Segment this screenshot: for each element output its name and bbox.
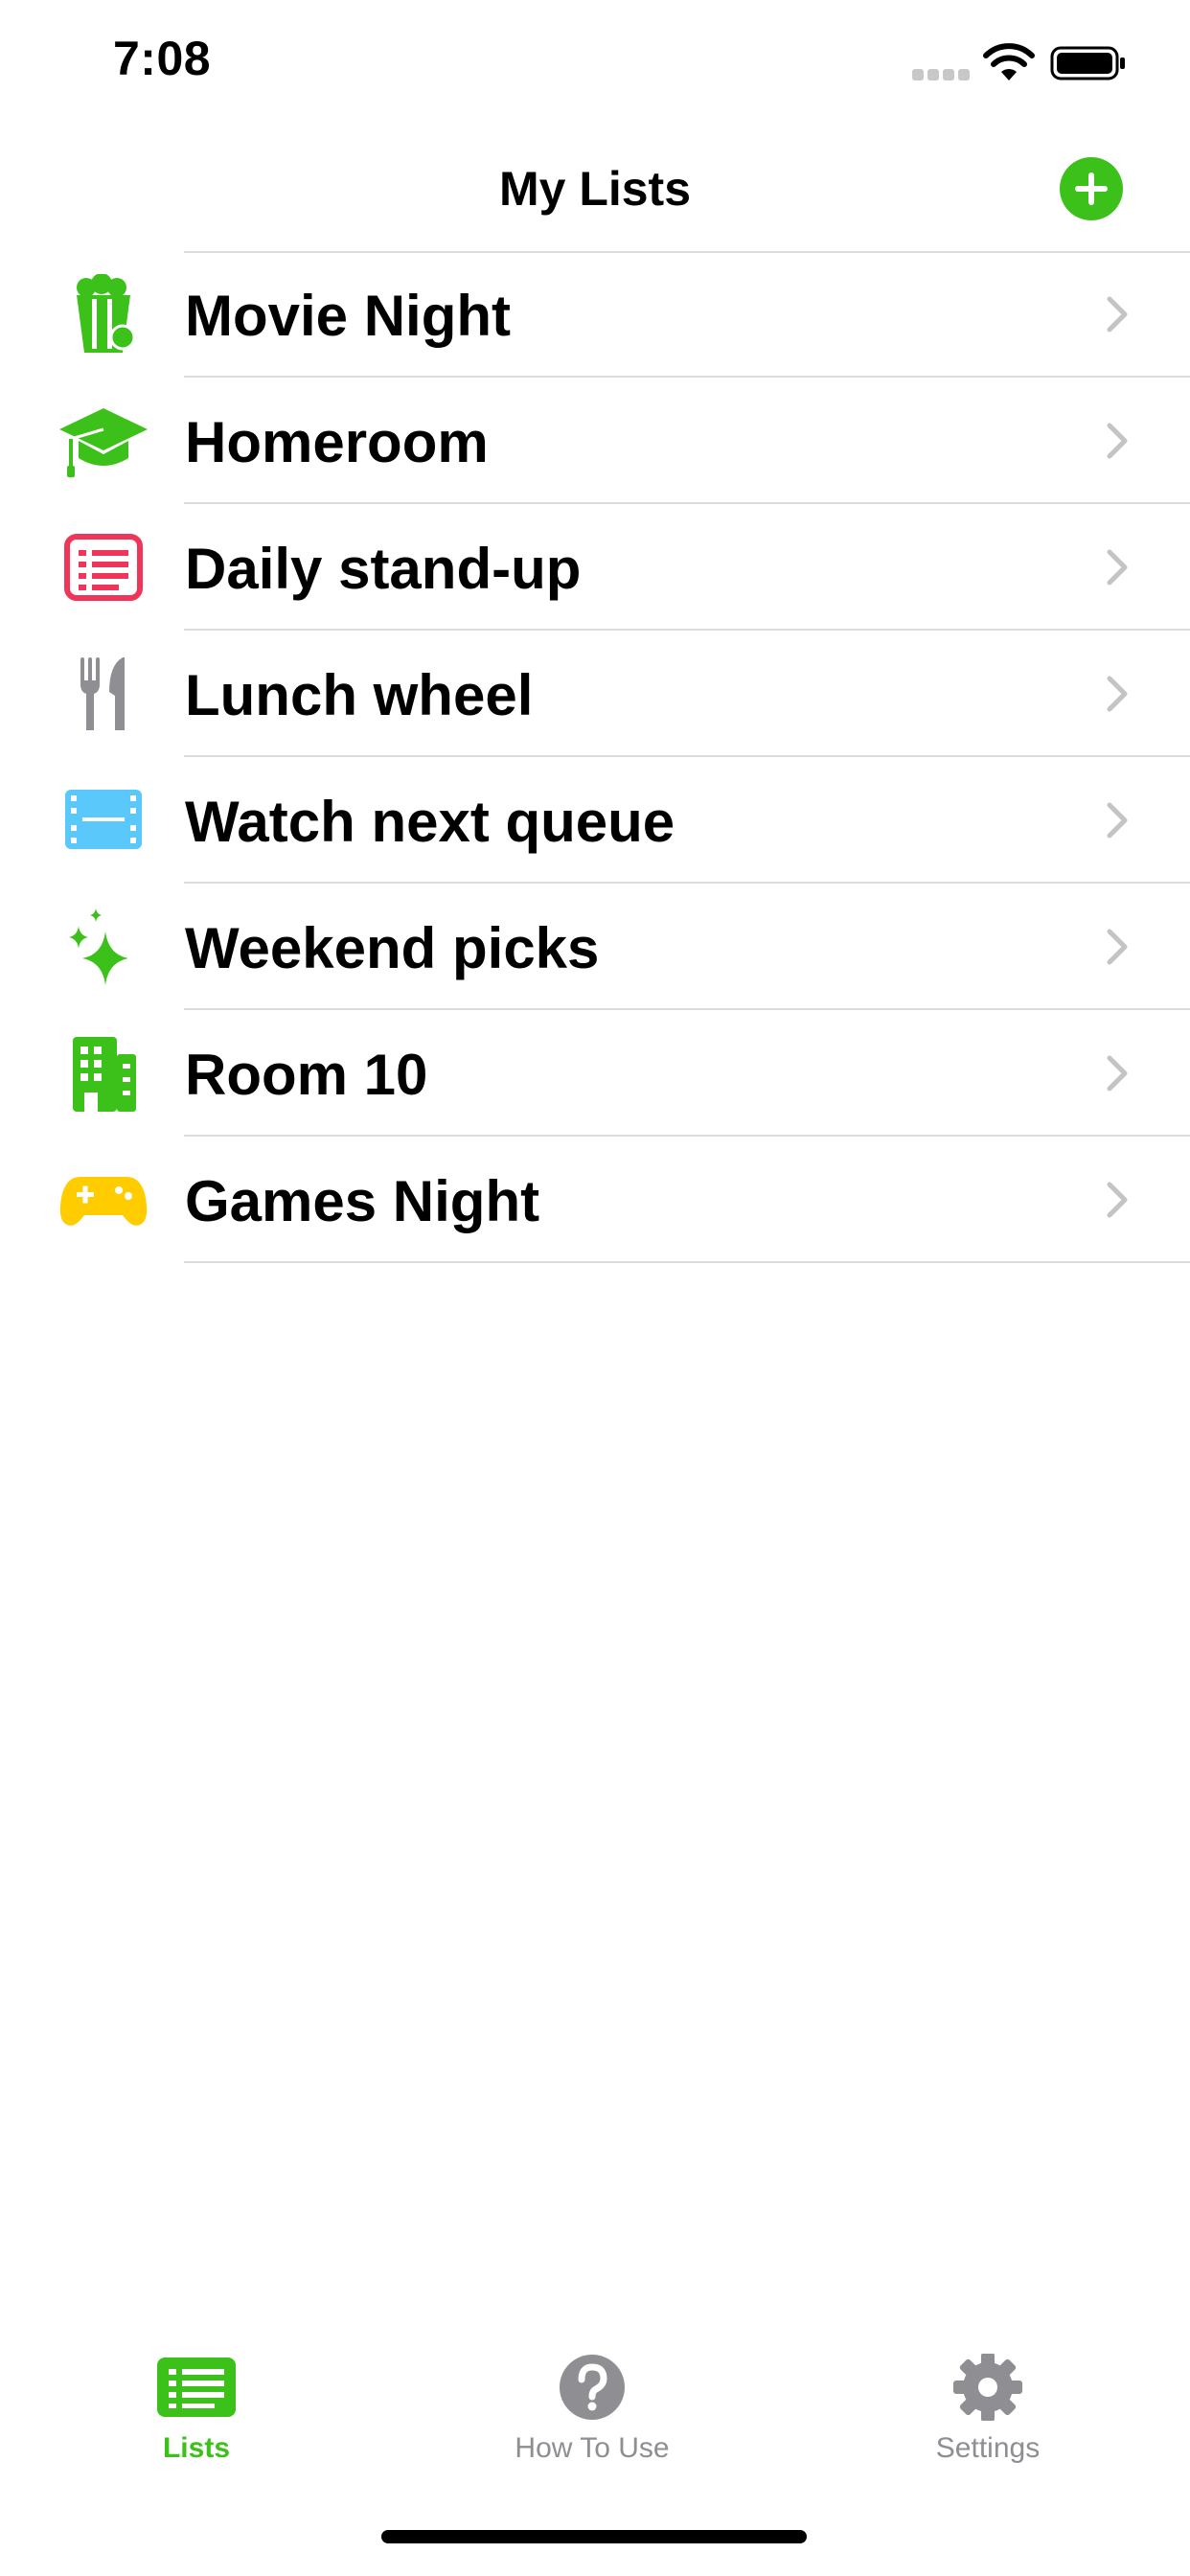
status-time: 7:08 bbox=[113, 32, 212, 85]
film-icon bbox=[54, 780, 153, 861]
list-item-lunch-wheel[interactable]: Lunch wheel bbox=[0, 631, 1190, 757]
gamecontroller-icon bbox=[54, 1160, 153, 1240]
list-item-label: Games Night bbox=[185, 1169, 540, 1233]
home-indicator[interactable] bbox=[381, 2530, 807, 2543]
list-item-room-10[interactable]: Room 10 bbox=[0, 1010, 1190, 1137]
list-item-label: Movie Night bbox=[185, 284, 511, 348]
tab-label: Settings bbox=[935, 2432, 1041, 2464]
chevron-right-icon bbox=[1107, 929, 1128, 965]
page-title: My Lists bbox=[498, 162, 692, 216]
cellular-signal-icon bbox=[912, 69, 970, 80]
list-item-label: Weekend picks bbox=[185, 916, 600, 980]
list-item-weekend-picks[interactable]: Weekend picks bbox=[0, 884, 1190, 1010]
list-item-movie-night[interactable]: Movie Night bbox=[0, 251, 1190, 378]
tab-label: Lists bbox=[162, 2432, 231, 2464]
divider bbox=[184, 1261, 1190, 1263]
gear-icon bbox=[953, 2354, 1022, 2421]
list-item-homeroom[interactable]: Homeroom bbox=[0, 378, 1190, 504]
tab-lists[interactable]: Lists bbox=[53, 2329, 340, 2472]
tab-how-to-use[interactable]: How To Use bbox=[448, 2329, 736, 2472]
list-item-label: Watch next queue bbox=[185, 790, 675, 854]
list-icon bbox=[157, 2358, 236, 2417]
battery-icon bbox=[1050, 46, 1125, 80]
add-list-button[interactable] bbox=[1060, 157, 1123, 220]
wifi-icon bbox=[983, 43, 1035, 80]
list-item-label: Daily stand-up bbox=[185, 537, 582, 601]
list-item-games-night[interactable]: Games Night bbox=[0, 1137, 1190, 1263]
chevron-right-icon bbox=[1107, 1182, 1128, 1218]
tab-bar: Lists How To Use Settings bbox=[0, 2329, 1190, 2482]
chevron-right-icon bbox=[1107, 1055, 1128, 1092]
popcorn-icon bbox=[54, 274, 153, 355]
status-bar: 7:08 bbox=[0, 0, 1190, 134]
chevron-right-icon bbox=[1107, 802, 1128, 839]
tab-settings[interactable]: Settings bbox=[844, 2329, 1132, 2472]
building-icon bbox=[54, 1033, 153, 1114]
chevron-right-icon bbox=[1107, 423, 1128, 459]
list-item-watch-next-queue[interactable]: Watch next queue bbox=[0, 757, 1190, 884]
list-item-label: Homeroom bbox=[185, 410, 489, 474]
list-item-label: Room 10 bbox=[185, 1043, 428, 1107]
list-card-icon bbox=[54, 527, 153, 608]
fork-knife-icon bbox=[54, 654, 153, 734]
question-circle-icon bbox=[560, 2355, 625, 2420]
chevron-right-icon bbox=[1107, 549, 1128, 586]
list-item-label: Lunch wheel bbox=[185, 663, 534, 727]
chevron-right-icon bbox=[1107, 676, 1128, 712]
chevron-right-icon bbox=[1107, 296, 1128, 333]
lists-table: Movie Night Homeroom Daily stand-up Lunc… bbox=[0, 251, 1190, 1263]
sparkles-icon bbox=[54, 907, 153, 987]
list-item-daily-stand-up[interactable]: Daily stand-up bbox=[0, 504, 1190, 631]
tab-label: How To Use bbox=[515, 2432, 670, 2464]
graduation-cap-icon bbox=[54, 401, 153, 481]
